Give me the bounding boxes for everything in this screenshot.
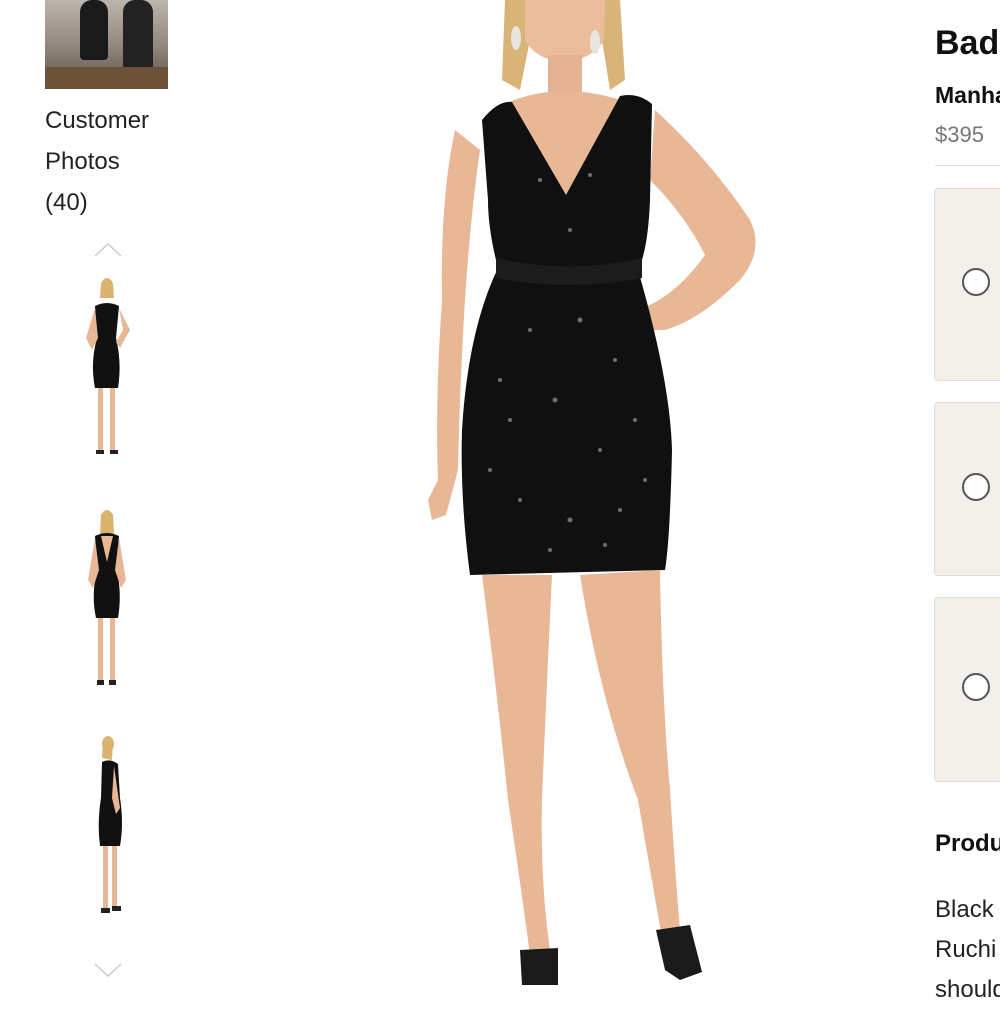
description-line: Black	[935, 896, 994, 923]
product-price: $395	[935, 122, 984, 147]
product-brand-link[interactable]: Manha	[935, 82, 1000, 109]
rental-option-card[interactable]	[934, 597, 1000, 782]
customer-photos-label: Customer	[45, 107, 150, 134]
product-title: Badg	[935, 24, 1000, 62]
main-product-image	[428, 0, 756, 985]
product-details-heading: Produ	[935, 830, 1000, 857]
chevron-down-icon[interactable]	[93, 960, 123, 980]
rental-option-card[interactable]	[934, 402, 1000, 576]
radio-icon[interactable]	[962, 268, 990, 296]
description-line: Ruchi	[935, 936, 997, 963]
thumbnail-front-view[interactable]	[70, 268, 150, 468]
customer-photo-figure	[80, 0, 108, 60]
customer-photos-link[interactable]: Customer Photos (40)	[45, 100, 175, 223]
customer-photos-label: Photos	[45, 148, 120, 175]
radio-icon[interactable]	[962, 473, 990, 501]
thumbnail-side-view[interactable]	[70, 728, 150, 928]
description-line: should	[935, 976, 1000, 1003]
customer-photos-count: (40)	[45, 189, 88, 216]
rental-option-card[interactable]	[934, 188, 1000, 381]
customer-photo-thumbnail[interactable]	[45, 0, 168, 89]
chevron-up-icon[interactable]	[93, 240, 123, 260]
divider	[935, 165, 1000, 166]
customer-photo-figure	[123, 0, 153, 70]
customer-photo-floor	[45, 67, 168, 89]
radio-icon[interactable]	[962, 673, 990, 701]
product-description: Black Ruchi should	[935, 890, 1000, 1010]
thumbnail-back-view[interactable]	[70, 500, 150, 700]
